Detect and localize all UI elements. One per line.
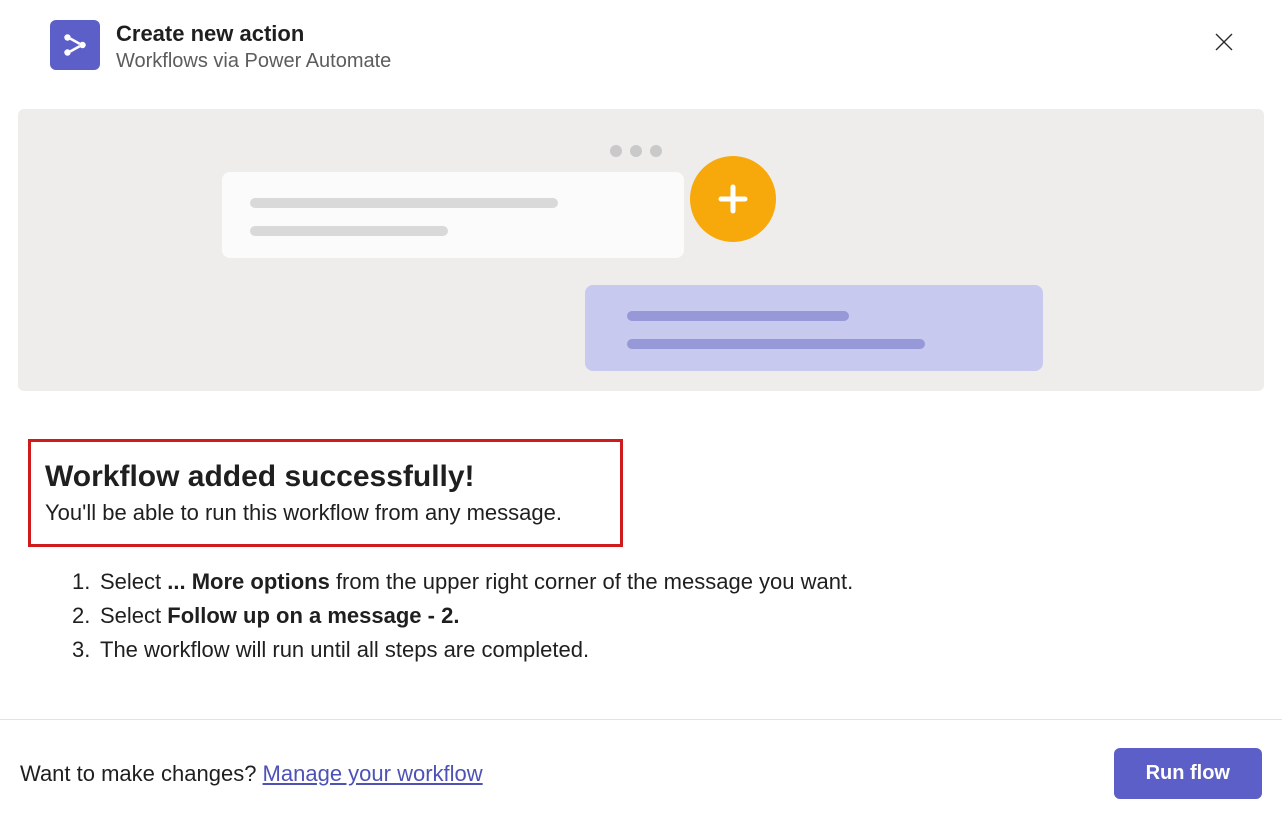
dialog-title: Create new action: [116, 20, 391, 48]
illustration-card-incoming: [222, 172, 684, 258]
plus-badge-icon: [690, 156, 776, 242]
manage-workflow-link[interactable]: Manage your workflow: [263, 761, 483, 786]
dialog-footer: Want to make changes? Manage your workfl…: [0, 719, 1282, 799]
step-1: 1. Select ... More options from the uppe…: [72, 565, 1264, 599]
workflow-app-icon: [50, 20, 100, 70]
dialog-subtitle: Workflows via Power Automate: [116, 50, 391, 73]
illustration-card-reply: [585, 285, 1043, 371]
footer-text: Want to make changes? Manage your workfl…: [20, 761, 483, 787]
steps-list: 1. Select ... More options from the uppe…: [28, 565, 1264, 667]
illustration-banner: [18, 109, 1264, 391]
success-subtitle: You'll be able to run this workflow from…: [45, 500, 562, 526]
step-3: 3. The workflow will run until all steps…: [72, 633, 1264, 667]
run-flow-button[interactable]: Run flow: [1114, 748, 1262, 799]
close-icon: [1213, 31, 1235, 53]
dialog-header: Create new action Workflows via Power Au…: [0, 0, 1282, 91]
success-highlight-box: Workflow added successfully! You'll be a…: [28, 439, 623, 547]
decorative-dots: [610, 145, 662, 157]
dialog-content: Workflow added successfully! You'll be a…: [0, 391, 1282, 667]
close-button[interactable]: [1212, 30, 1236, 54]
success-title: Workflow added successfully!: [45, 460, 562, 494]
step-2: 2. Select Follow up on a message - 2.: [72, 599, 1264, 633]
